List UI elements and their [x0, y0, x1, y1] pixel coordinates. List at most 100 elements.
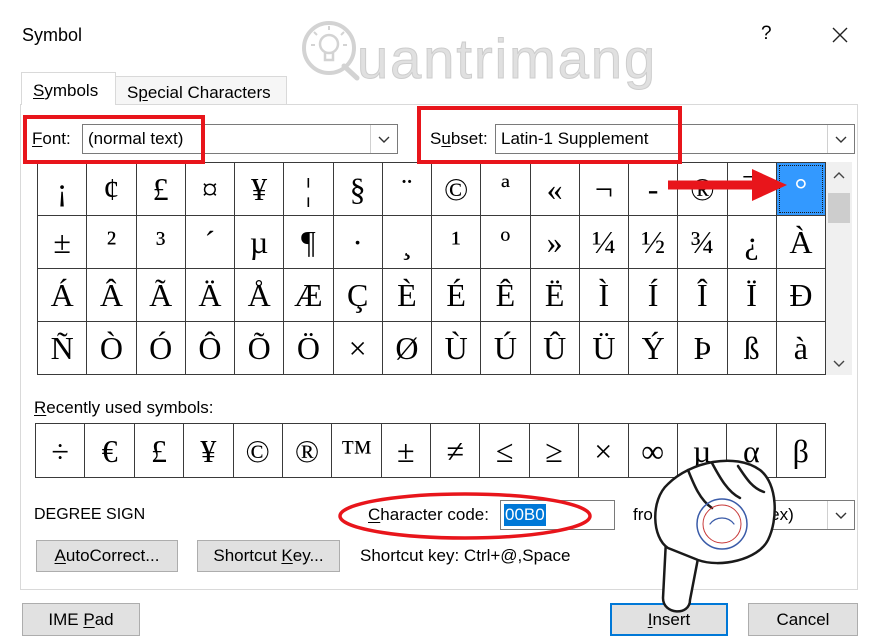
symbol-cell[interactable]: Ó [136, 322, 185, 374]
symbol-cell[interactable]: ¸ [382, 216, 431, 268]
symbol-cell[interactable]: Ý [629, 322, 678, 374]
symbol-cell[interactable]: ¹ [432, 216, 481, 268]
selected-symbol-cell[interactable]: ° [776, 163, 825, 215]
symbol-cell[interactable]: Ä [185, 269, 234, 321]
symbol-grid-scrollbar[interactable] [826, 162, 852, 375]
cancel-button[interactable]: Cancel [748, 603, 858, 636]
character-code-input[interactable]: 00B0 [500, 500, 615, 530]
symbol-cell[interactable]: ® [678, 163, 727, 215]
symbol-cell[interactable]: Ì [579, 269, 628, 321]
symbol-cell[interactable]: Ø [382, 322, 431, 374]
symbol-cell[interactable]: µ [235, 216, 284, 268]
subset-dropdown[interactable]: Latin-1 Supplement [495, 124, 855, 154]
ime-pad-button[interactable]: IME Pad [22, 603, 140, 636]
tab-special-characters[interactable]: Special Characters [115, 76, 287, 104]
symbol-cell[interactable]: ¨ [382, 163, 431, 215]
from-dropdown-button[interactable] [827, 501, 854, 529]
symbol-cell[interactable]: Õ [235, 322, 284, 374]
symbol-cell[interactable]: ½ [629, 216, 678, 268]
symbol-cell[interactable]: Ô [185, 322, 234, 374]
symbol-cell[interactable]: ¢ [87, 163, 136, 215]
symbol-cell[interactable]: Ð [776, 269, 825, 321]
symbol-cell[interactable]: ¼ [579, 216, 628, 268]
symbol-cell[interactable]: ¾ [678, 216, 727, 268]
symbol-cell[interactable]: Ü [579, 322, 628, 374]
symbol-cell[interactable]: ± [38, 216, 87, 268]
recent-symbol-cell[interactable]: £ [134, 424, 184, 477]
symbol-cell[interactable]: Û [530, 322, 579, 374]
symbol-cell[interactable]: « [530, 163, 579, 215]
symbol-cell[interactable]: £ [136, 163, 185, 215]
recent-symbol-cell[interactable]: ¥ [184, 424, 233, 477]
font-dropdown-button[interactable] [370, 125, 397, 153]
recent-symbol-cell[interactable]: ≥ [529, 424, 579, 477]
symbol-cell[interactable]: Ñ [38, 322, 87, 374]
symbol-grid[interactable]: ¡ ¢ £ ¤ ¥ ¦ § ¨ © ª «¬ - ® ¯ ° ± ² ³ ´ µ ¶ · ¸ ¹ º» ¼ ½ ¾ ¿ À Á Â Ã Ä Å Æ Ç È… [37, 162, 826, 375]
symbol-cell[interactable]: ¯ [727, 163, 776, 215]
symbol-cell[interactable]: ¡ [38, 163, 87, 215]
recent-symbol-cell[interactable]: × [579, 424, 628, 477]
symbol-cell[interactable]: § [333, 163, 382, 215]
symbol-cell[interactable]: ¶ [284, 216, 333, 268]
from-dropdown[interactable]: (hex) [682, 500, 855, 530]
symbol-cell[interactable]: ª [481, 163, 530, 215]
recent-symbol-cell[interactable]: ≤ [480, 424, 529, 477]
font-dropdown[interactable]: (normal text) [82, 124, 398, 154]
symbol-cell[interactable]: ´ [185, 216, 234, 268]
symbol-cell[interactable]: Ï [727, 269, 776, 321]
recent-symbol-cell[interactable]: ® [282, 424, 332, 477]
subset-dropdown-button[interactable] [827, 125, 854, 153]
symbol-cell[interactable]: Æ [284, 269, 333, 321]
symbol-cell[interactable]: ² [87, 216, 136, 268]
symbol-cell[interactable]: Á [38, 269, 87, 321]
insert-button[interactable]: Insert [610, 603, 728, 636]
symbol-cell[interactable]: Ú [481, 322, 530, 374]
recent-symbol-cell[interactable]: µ [677, 424, 727, 477]
recent-symbol-cell[interactable]: ™ [332, 424, 381, 477]
symbol-cell[interactable]: Í [629, 269, 678, 321]
symbol-cell[interactable]: © [432, 163, 481, 215]
symbol-cell[interactable]: Ê [481, 269, 530, 321]
symbol-cell[interactable]: ³ [136, 216, 185, 268]
symbol-cell[interactable]: Î [678, 269, 727, 321]
symbol-cell[interactable]: » [530, 216, 579, 268]
scroll-thumb[interactable] [828, 193, 850, 223]
symbol-cell[interactable]: · [333, 216, 382, 268]
symbol-cell[interactable]: Ë [530, 269, 579, 321]
recently-used-grid[interactable]: ÷ € £ ¥ © ® ™ ± ≠ ≤ ≥ × ∞ µ α β [35, 423, 826, 478]
symbol-cell[interactable]: À [776, 216, 825, 268]
tab-symbols[interactable]: Symbols [21, 72, 116, 105]
close-icon[interactable] [832, 27, 848, 43]
recent-symbol-cell[interactable]: © [233, 424, 282, 477]
symbol-cell[interactable]: Ã [136, 269, 185, 321]
symbol-cell[interactable]: Ò [87, 322, 136, 374]
symbol-cell[interactable]: × [333, 322, 382, 374]
symbol-cell[interactable]: Þ [678, 322, 727, 374]
help-button[interactable]: ? [761, 23, 772, 45]
symbol-cell[interactable]: ¿ [727, 216, 776, 268]
recent-symbol-cell[interactable]: α [727, 424, 776, 477]
recent-symbol-cell[interactable]: ± [381, 424, 430, 477]
recent-symbol-cell[interactable]: ≠ [431, 424, 480, 477]
symbol-cell[interactable]: - [629, 163, 678, 215]
symbol-cell[interactable]: Ù [432, 322, 481, 374]
symbol-cell[interactable]: Ç [333, 269, 382, 321]
autocorrect-button[interactable]: AutoCorrect... [36, 540, 178, 572]
shortcut-key-button[interactable]: Shortcut Key... [197, 540, 340, 572]
symbol-cell[interactable]: º [481, 216, 530, 268]
symbol-cell[interactable]: ¦ [284, 163, 333, 215]
chevron-down-icon[interactable] [833, 360, 845, 368]
chevron-up-icon[interactable] [833, 171, 845, 179]
symbol-cell[interactable]: Å [235, 269, 284, 321]
symbol-cell[interactable]: ß [727, 322, 776, 374]
symbol-cell[interactable]: Â [87, 269, 136, 321]
recent-symbol-cell[interactable]: ∞ [628, 424, 677, 477]
symbol-cell[interactable]: Ö [284, 322, 333, 374]
symbol-cell[interactable]: È [382, 269, 431, 321]
symbol-cell[interactable]: ¥ [235, 163, 284, 215]
symbol-cell[interactable]: ¤ [185, 163, 234, 215]
recent-symbol-cell[interactable]: β [776, 424, 825, 477]
symbol-cell[interactable]: ¬ [579, 163, 628, 215]
recent-symbol-cell[interactable]: ÷ [36, 424, 85, 477]
symbol-cell[interactable]: É [432, 269, 481, 321]
